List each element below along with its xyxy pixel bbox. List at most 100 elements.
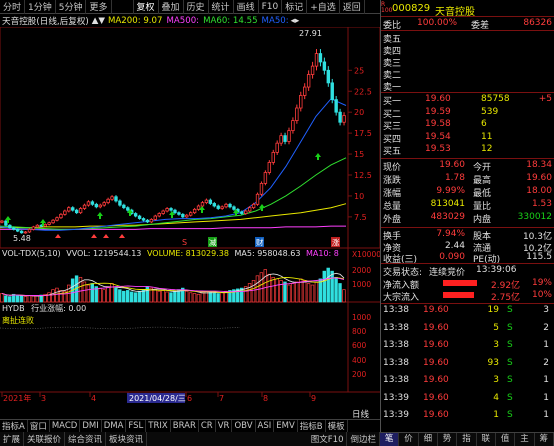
- candle-body: [306, 74, 311, 88]
- candle-body: [247, 207, 252, 212]
- candle-body: [27, 229, 32, 233]
- ma-line-ma50: [0, 98, 347, 231]
- history-button[interactable]: 历史: [184, 0, 209, 14]
- volume-bar: [23, 296, 28, 303]
- tick-count: 1: [543, 392, 549, 403]
- candle-body: [122, 204, 126, 209]
- ask-row[interactable]: 卖五: [381, 32, 554, 45]
- quote-panel: R 100 000829 天音控股 委比 100.00% 委差 86326 卖五 …: [380, 0, 554, 446]
- tab-zhi2[interactable]: 值: [496, 433, 516, 446]
- stat-value: 19.60: [439, 160, 465, 170]
- tab-zhi[interactable]: 指: [457, 433, 477, 446]
- volume-bar: [342, 289, 346, 303]
- bid-row[interactable]: 买一 19.60 85758 +5: [381, 94, 554, 107]
- volume-bar: [275, 278, 279, 303]
- x-tick-label: 8: [263, 394, 268, 403]
- overlay-button[interactable]: 叠加: [159, 0, 184, 14]
- back-button[interactable]: 返回: [340, 0, 365, 14]
- candle-body: [47, 222, 51, 225]
- trade-status-row: 交易状态: 连续竞价 13:39:06: [381, 265, 554, 278]
- tab-bi[interactable]: 笔: [380, 433, 400, 446]
- fuquan-button[interactable]: 复权: [134, 0, 159, 14]
- tab-window[interactable]: 窗口: [28, 419, 50, 432]
- volume-bar: [322, 270, 326, 303]
- stat-row: 涨幅 9.99% 最低 18.00: [381, 186, 554, 199]
- volume-bar: [247, 283, 252, 303]
- ma-legend: 天音控股(日线,后复权) ▲▼ MA200: 9.07 MA500: MA60:…: [0, 15, 380, 27]
- stat-label: 今开: [473, 163, 492, 173]
- candle-body: [102, 202, 106, 206]
- tab-chou[interactable]: 筹: [535, 433, 554, 446]
- tab-jia[interactable]: 价: [399, 433, 419, 446]
- volume-bar: [19, 295, 24, 303]
- tick-price: 19.60: [423, 410, 449, 420]
- ask-row[interactable]: 卖四: [381, 44, 554, 57]
- volume-bar: [287, 284, 291, 303]
- volume-bar: [196, 293, 201, 303]
- y-tick-label: 20: [354, 108, 364, 117]
- tab-news[interactable]: 综合资讯: [65, 432, 107, 446]
- tick-side: S: [507, 392, 513, 403]
- ask-row[interactable]: 卖一: [381, 80, 554, 93]
- y-tick-label: 7.5: [354, 213, 367, 222]
- flow-value: 2.75亿: [491, 293, 521, 303]
- tab-trix[interactable]: TRIX: [146, 419, 171, 432]
- tab-more[interactable]: 更多: [86, 0, 112, 14]
- tab-dmi[interactable]: DMI: [80, 419, 102, 432]
- tick-time: 13:38: [383, 357, 409, 368]
- candle-body: [216, 205, 220, 209]
- draw-line-button[interactable]: 画线: [234, 0, 259, 14]
- stats-button[interactable]: 统计: [209, 0, 234, 14]
- tab-related-quote[interactable]: 关联报价: [24, 432, 66, 446]
- tab-macd[interactable]: MACD: [50, 419, 81, 432]
- bid-price: 19.59: [425, 106, 451, 117]
- tab-cr[interactable]: CR: [199, 419, 216, 432]
- volume-bar: [27, 295, 32, 303]
- tab-zhu[interactable]: 主: [515, 433, 535, 446]
- tab-fsl[interactable]: FSL: [126, 419, 147, 432]
- legend-arrow-icon[interactable]: ▲▼: [92, 16, 105, 26]
- tab-xi[interactable]: 细: [419, 433, 438, 446]
- bid-row[interactable]: 买四 19.54 11: [381, 132, 554, 145]
- stock-code: 000829: [392, 3, 431, 14]
- tab-extend[interactable]: 扩展: [0, 432, 25, 446]
- legend-scroll-icon[interactable]: ◂▸: [291, 16, 300, 26]
- stat-value: 18.34: [526, 160, 552, 170]
- tab-fenshi[interactable]: 分时: [0, 0, 26, 14]
- tab-lian[interactable]: 联: [477, 433, 496, 446]
- tab-template[interactable]: 模板: [326, 419, 348, 432]
- candle-body: [94, 203, 99, 208]
- bid-row[interactable]: 买三 19.58 6: [381, 119, 554, 132]
- f10-button[interactable]: F10: [259, 0, 283, 14]
- candle-body: [303, 86, 307, 96]
- tab-5min[interactable]: 5分钟: [56, 0, 87, 14]
- sidebar-toggle-tab[interactable]: 倒边栏: [347, 432, 380, 446]
- mark-button[interactable]: 标记: [282, 0, 308, 14]
- tab-brar[interactable]: BRAR: [171, 419, 199, 432]
- tab-obv[interactable]: OBV: [232, 419, 256, 432]
- tab-emv[interactable]: EMV: [274, 419, 298, 432]
- kline-chart[interactable]: 25 22.5 20 17.5 15 12.5 10 7.5 X10000 2000 1000 1…: [0, 27, 380, 419]
- volume-label: VOLUME: 813029.38: [146, 249, 229, 258]
- ask-row[interactable]: 卖二: [381, 68, 554, 81]
- stat-row: 现价 19.60 今开 18.34: [381, 160, 554, 173]
- bid-row[interactable]: 买二 19.59 539: [381, 106, 554, 120]
- tab-indicator-b[interactable]: 指标B: [298, 419, 326, 432]
- tab-sector-news[interactable]: 板块资讯: [106, 432, 148, 446]
- stat-label: 内盘: [473, 215, 492, 225]
- tab-indicator-a[interactable]: 指标A: [0, 419, 28, 432]
- tab-dma[interactable]: DMA: [102, 419, 127, 432]
- tab-1min[interactable]: 1分钟: [25, 0, 56, 14]
- tab-vr[interactable]: VR: [216, 419, 233, 432]
- ask-row[interactable]: 卖三: [381, 56, 554, 69]
- x-tick-label: 4: [91, 394, 96, 403]
- tab-asi[interactable]: ASI: [256, 419, 275, 432]
- tick-price: 19.60: [423, 392, 449, 403]
- bid-row[interactable]: 买五 19.53 12: [381, 144, 554, 157]
- flow-pct: 10%: [531, 290, 552, 300]
- add-watchlist-button[interactable]: +自选: [307, 0, 340, 14]
- stat-value: 19.60: [526, 173, 552, 183]
- tab-shi[interactable]: 势: [438, 433, 458, 446]
- volume-bar: [86, 284, 91, 303]
- f10-tab[interactable]: 图文F10: [308, 432, 348, 446]
